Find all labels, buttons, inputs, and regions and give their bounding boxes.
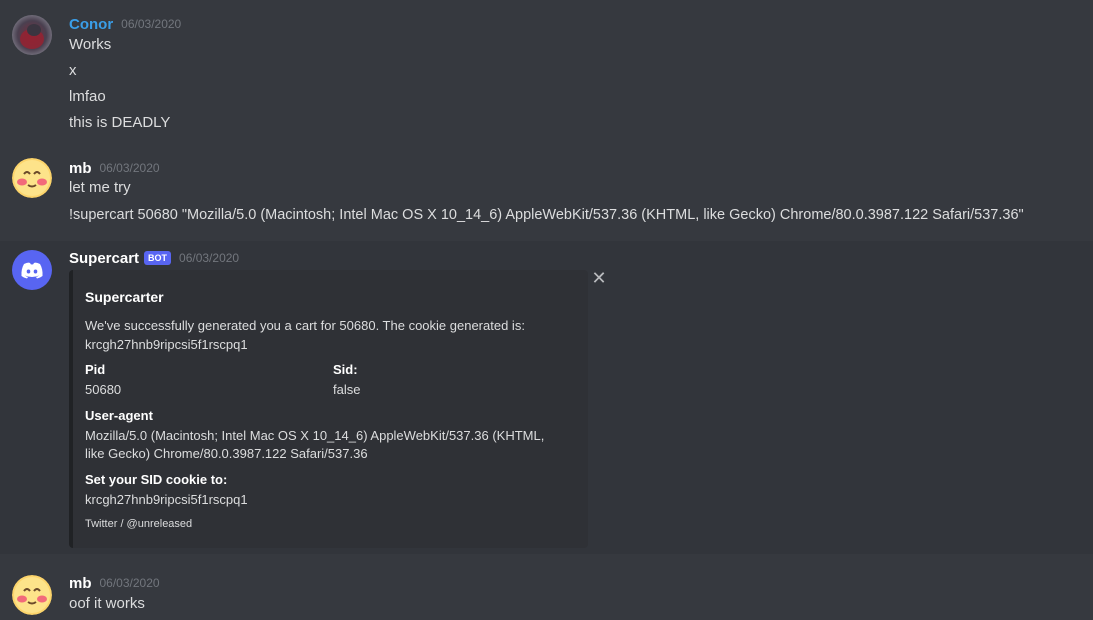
embed-field-value: false [333,382,361,397]
embed-field-name: User-agent [85,408,153,423]
discord-logo-icon [21,262,43,279]
embed-field-name: Sid: [333,362,358,377]
blushing-smiley-icon [12,575,52,615]
message-line: Works [69,36,112,53]
message-line: oof it works [69,595,145,612]
message-line: !supercart 50680 "Mozilla/5.0 (Macintosh… [69,207,1024,223]
embed-field-value: krcgh27hnb9ripcsi5f1rscpq1 [85,492,248,507]
supercart-avatar[interactable] [12,250,52,290]
message-line: this is DEADLY [69,114,171,131]
mb-avatar[interactable] [12,158,52,198]
author-name[interactable]: mb [69,160,92,177]
message-header: Supercart BOT 06/03/2020 [69,248,239,268]
embed-field-value: Mozilla/5.0 (Macintosh; Intel Mac OS X 1… [85,428,545,443]
author-name[interactable]: Supercart [69,250,139,267]
embed-field-value: like Gecko) Chrome/80.0.3987.122 Safari/… [85,446,368,461]
author-name[interactable]: Conor [69,16,113,33]
timestamp: 06/03/2020 [99,161,160,175]
author-name[interactable]: mb [69,575,92,592]
message-line: x [69,62,77,79]
message-header: mb 06/03/2020 [69,573,160,593]
embed-description: krcgh27hnb9ripcsi5f1rscpq1 [85,337,248,352]
bot-badge: BOT [144,251,172,265]
embed-title: Supercarter [85,289,164,305]
embed-description: We've successfully generated you a cart … [85,318,525,333]
message-header: Conor 06/03/2020 [69,14,181,34]
timestamp: 06/03/2020 [179,251,240,265]
embed-field-value: 50680 [85,382,122,397]
conor-avatar[interactable] [12,15,52,55]
timestamp: 06/03/2020 [121,17,182,31]
embed-field-name: Set your SID cookie to: [85,472,228,487]
message-line: let me try [69,179,131,196]
message-header: mb 06/03/2020 [69,158,160,178]
timestamp: 06/03/2020 [99,576,160,590]
message-line: lmfao [69,88,106,105]
mb-avatar[interactable] [12,575,52,615]
embed-footer: Twitter / @unreleased [85,518,193,530]
blushing-smiley-icon [12,158,52,198]
embed-field-name: Pid [85,362,106,377]
close-icon[interactable]: ✕ [590,268,608,288]
